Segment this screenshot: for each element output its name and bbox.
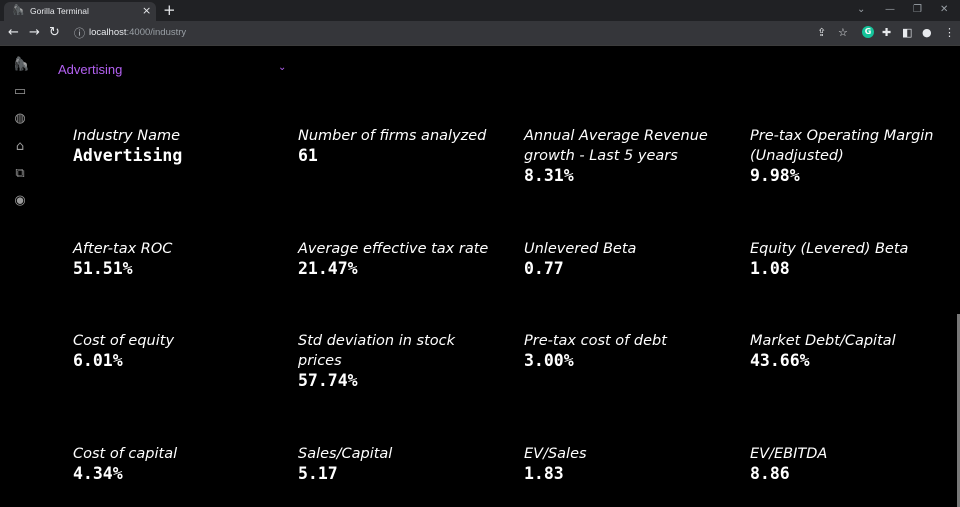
metric-label: Equity (Levered) Beta [750,241,909,257]
metric-ev-ebitda: EV/EBITDA 8.86 [750,444,960,484]
gorilla-favicon-icon: 🦍 [12,5,25,16]
metric-levered-beta: Equity (Levered) Beta 1.08 [750,239,960,279]
metric-value: 3.00% [524,351,574,370]
forward-icon[interactable]: → [29,25,40,40]
metric-label: Number of firms analyzed [298,128,487,144]
metric-ev-sales: EV/Sales 1.83 [524,444,734,484]
menu-kebab-icon[interactable]: ⋮ [944,26,955,39]
metric-unlevered-beta: Unlevered Beta 0.77 [524,239,734,279]
globe-icon[interactable]: ◍ [13,112,27,126]
metric-label: Pre-tax cost of debt [524,333,667,349]
box-icon[interactable]: ▭ [13,85,27,99]
bank-icon[interactable]: ⌂ [13,140,27,154]
browser-tab[interactable]: 🦍 Gorilla Terminal × [4,2,156,21]
metric-value: Advertising [73,146,183,165]
metric-label: Cost of equity [73,333,175,349]
new-tab-icon[interactable]: + [163,1,176,19]
grammarly-extension-icon[interactable]: G [862,26,874,38]
metric-value: 8.86 [750,464,790,483]
metric-value: 4.34% [73,464,123,483]
side-panel-icon[interactable]: ◧ [902,26,912,39]
profile-icon[interactable]: ● [922,26,932,39]
metric-label: Cost of capital [73,446,178,462]
metric-value: 1.83 [524,464,564,483]
reload-icon[interactable]: ↻ [49,25,60,40]
address-bar[interactable]: ⓘ localhost:4000/industry [70,24,810,42]
tab-title: Gorilla Terminal [30,6,89,16]
metric-industry-name: Industry Name Advertising [73,126,283,166]
extensions-puzzle-icon[interactable]: ✚ [882,26,891,39]
metric-effective-tax-rate: Average effective tax rate 21.47% [298,239,508,279]
metric-label: Annual Average Revenue growth - Last 5 y… [524,128,708,164]
metric-value: 21.47% [298,259,358,278]
gorilla-logo-icon[interactable]: 🦍 [13,58,29,72]
url-host: localhost [89,27,127,38]
metric-value: 61 [298,146,318,165]
metric-value: 0.77 [524,259,564,278]
cards-icon[interactable]: ⧉ [13,167,27,181]
metric-sales-capital: Sales/Capital 5.17 [298,444,508,484]
chevron-down-icon: ⌄ [278,62,287,73]
metric-value: 8.31% [524,166,574,185]
url-path: :4000/industry [126,27,187,38]
user-circle-icon[interactable]: ◉ [13,194,27,208]
close-window-icon[interactable]: ✕ [940,4,948,15]
metric-value: 1.08 [750,259,790,278]
metric-label: Average effective tax rate [298,241,489,257]
metric-operating-margin: Pre-tax Operating Margin (Unadjusted) 9.… [750,126,960,186]
bookmark-star-icon[interactable]: ☆ [838,26,848,39]
metric-pretax-cost-of-debt: Pre-tax cost of debt 3.00% [524,331,734,371]
url-text: localhost:4000/industry [89,27,186,38]
metric-value: 5.17 [298,464,338,483]
metric-after-tax-roc: After-tax ROC 51.51% [73,239,283,279]
metric-label: EV/Sales [524,446,587,462]
metric-value: 57.74% [298,371,358,390]
metric-label: Std deviation in stock prices [298,333,456,369]
metric-label: EV/EBITDA [750,446,828,462]
metric-firms-analyzed: Number of firms analyzed 61 [298,126,508,166]
share-icon[interactable]: ⇪ [817,26,826,39]
metric-label: Market Debt/Capital [750,333,896,349]
industry-select-value: Advertising [58,62,123,77]
metric-value: 51.51% [73,259,133,278]
metric-value: 43.66% [750,351,810,370]
metric-value: 9.98% [750,166,800,185]
tab-bar: 🦍 Gorilla Terminal × + ⌄ — ❐ ✕ [0,0,960,21]
restore-icon[interactable]: ❐ [913,4,922,15]
close-tab-icon[interactable]: × [142,4,151,17]
minimize-icon[interactable]: — [885,4,895,15]
metric-market-debt-capital: Market Debt/Capital 43.66% [750,331,960,371]
back-icon[interactable]: ← [8,25,19,40]
site-info-icon[interactable]: ⓘ [74,25,85,41]
sidebar: 🦍 ▭ ◍ ⌂ ⧉ ◉ [0,46,40,507]
metric-label: Industry Name [73,128,181,144]
browser-toolbar: ← → ↻ ⓘ localhost:4000/industry ⇪ ☆ ✚ ◧ … [0,21,960,46]
metric-label: Sales/Capital [298,446,393,462]
metric-cost-of-capital: Cost of capital 4.34% [73,444,283,484]
metric-std-deviation: Std deviation in stock prices 57.74% [298,331,458,391]
metric-label: After-tax ROC [73,241,173,257]
metric-revenue-growth: Annual Average Revenue growth - Last 5 y… [524,126,734,186]
metric-cost-of-equity: Cost of equity 6.01% [73,331,283,371]
industry-select[interactable]: Advertising ⌄ [58,62,290,80]
metric-label: Unlevered Beta [524,241,637,257]
metric-value: 6.01% [73,351,123,370]
tab-search-icon[interactable]: ⌄ [857,4,865,15]
metric-label: Pre-tax Operating Margin (Unadjusted) [750,128,934,164]
